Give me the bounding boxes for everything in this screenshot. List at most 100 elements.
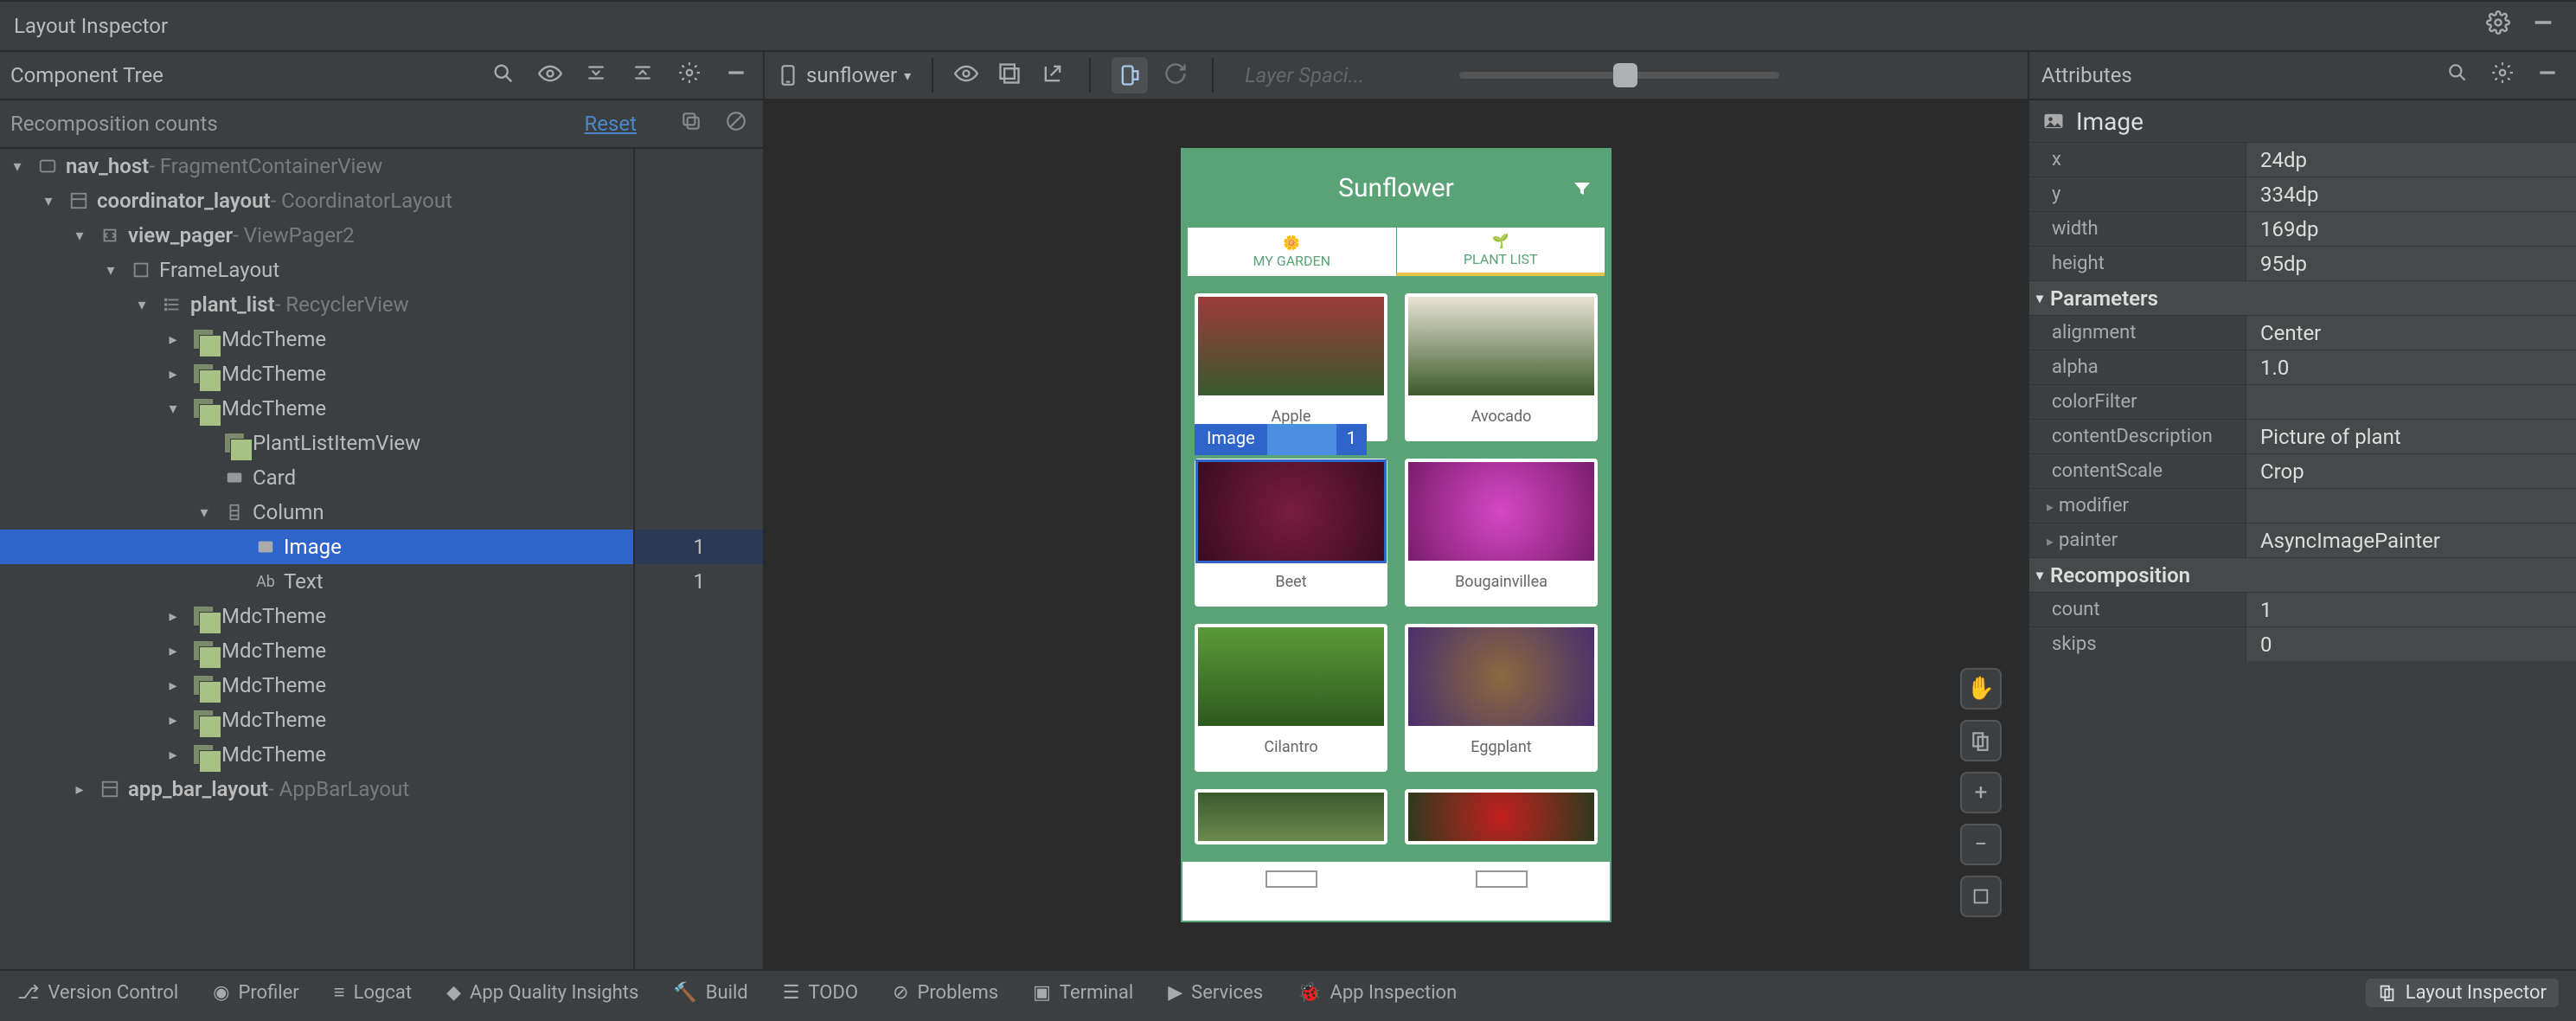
section-parameters[interactable]: ▾ Parameters [2029, 280, 2576, 315]
chevron-icon[interactable]: ▸ [164, 677, 182, 695]
bottom-tab[interactable]: ◆App Quality Insights [446, 981, 638, 1004]
bottom-tab[interactable]: ◉Profiler [213, 981, 299, 1004]
device-selector[interactable]: sunflower ▾ [777, 63, 911, 87]
bottom-tab[interactable]: ▣Terminal [1033, 981, 1133, 1004]
tree-node[interactable]: ▾view_pager - ViewPager2 [0, 218, 633, 253]
attr-value[interactable]: AsyncImagePainter [2246, 523, 2576, 557]
collapse-icon[interactable] [631, 61, 659, 89]
eye-icon[interactable] [538, 61, 566, 89]
chevron-icon[interactable]: ▾ [133, 296, 151, 314]
tree-node[interactable]: ▸MdcTheme [0, 633, 633, 668]
attr-value[interactable]: Center [2246, 316, 2576, 350]
chevron-icon[interactable]: ▾ [102, 261, 119, 279]
tree-node[interactable]: Image [0, 530, 633, 564]
attribute-row[interactable]: contentScaleCrop [2029, 453, 2576, 488]
attribute-row[interactable]: x24dp [2029, 142, 2576, 177]
tree-node[interactable]: ▾plant_list - RecyclerView [0, 287, 633, 322]
attr-value[interactable] [2246, 489, 2576, 523]
tree-node[interactable]: ▾Column [0, 495, 633, 530]
tab-plant-list[interactable]: 🌱 PLANT LIST [1396, 228, 1605, 276]
layer-spacing-slider[interactable] [1459, 72, 1779, 79]
attribute-row[interactable]: skips0 [2029, 626, 2576, 661]
attribute-row[interactable]: contentDescriptionPicture of plant [2029, 419, 2576, 453]
copy-icon[interactable] [680, 110, 708, 138]
attribute-row[interactable]: height95dp [2029, 246, 2576, 280]
bottom-tab[interactable]: ⎇Version Control [17, 981, 178, 1004]
gear-icon[interactable] [678, 61, 706, 89]
plant-card[interactable] [1405, 789, 1598, 844]
minimize-icon[interactable] [2531, 10, 2562, 42]
plant-card[interactable]: Eggplant [1405, 624, 1598, 772]
minimize-icon[interactable] [2536, 61, 2564, 89]
fit-button[interactable] [1960, 876, 2002, 917]
eye-icon[interactable] [954, 61, 982, 89]
plant-card[interactable]: Apple [1195, 293, 1387, 441]
tree-node[interactable]: ▸MdcTheme [0, 737, 633, 772]
section-recomposition[interactable]: ▾ Recomposition [2029, 557, 2576, 592]
expand-icon[interactable] [585, 61, 612, 89]
chevron-icon[interactable]: ▸ [164, 711, 182, 729]
bottom-tab[interactable]: ▶Services [1168, 981, 1263, 1004]
snapshot-button[interactable] [1112, 57, 1148, 93]
attribute-row[interactable]: ▸modifier [2029, 488, 2576, 523]
attribute-row[interactable]: y334dp [2029, 177, 2576, 211]
tree-node[interactable]: ▾FrameLayout [0, 253, 633, 287]
bottom-tab-active[interactable]: Layout Inspector [2366, 979, 2559, 1007]
chevron-icon[interactable]: ▾ [40, 192, 57, 210]
bottom-tab[interactable]: 🔨Build [673, 981, 747, 1004]
gear-icon[interactable] [2486, 10, 2517, 42]
gear-icon[interactable] [2491, 61, 2519, 89]
chevron-icon[interactable]: ▾ [71, 227, 88, 245]
tree-node[interactable]: ▸MdcTheme [0, 322, 633, 356]
tree-node[interactable]: PlantListItemView [0, 426, 633, 460]
attribute-row[interactable]: alignmentCenter [2029, 315, 2576, 350]
export-icon[interactable] [1041, 61, 1068, 89]
plant-card[interactable] [1195, 789, 1387, 844]
chevron-icon[interactable]: ▸ [164, 746, 182, 764]
search-icon[interactable] [2446, 61, 2474, 89]
attr-value[interactable]: 169dp [2246, 212, 2576, 246]
bottom-tab[interactable]: ≡Logcat [334, 981, 412, 1004]
minimize-icon[interactable] [725, 61, 753, 89]
tree-node[interactable]: AbText [0, 564, 633, 599]
tree-node[interactable]: Card [0, 460, 633, 495]
attr-value[interactable] [2246, 385, 2576, 419]
rotate-button[interactable] [1960, 720, 2002, 761]
refresh-icon[interactable] [1163, 61, 1191, 89]
attr-value[interactable]: 0 [2246, 627, 2576, 661]
zoom-in-button[interactable]: + [1960, 772, 2002, 813]
attr-value[interactable]: Crop [2246, 454, 2576, 488]
chevron-icon[interactable]: ▾ [9, 157, 26, 176]
attr-value[interactable]: 334dp [2246, 177, 2576, 211]
tree-node[interactable]: ▸MdcTheme [0, 356, 633, 391]
plant-card[interactable]: Avocado [1405, 293, 1598, 441]
attribute-row[interactable]: count1 [2029, 592, 2576, 626]
plant-card[interactable]: Bougainvillea [1405, 459, 1598, 607]
pan-button[interactable]: ✋ [1960, 668, 2002, 710]
tree-node[interactable]: ▸MdcTheme [0, 668, 633, 703]
reset-link[interactable]: Reset [585, 112, 637, 136]
tree-node[interactable]: ▾nav_host - FragmentContainerView [0, 149, 633, 183]
tab-my-garden[interactable]: 🌼 MY GARDEN [1188, 228, 1396, 276]
attribute-row[interactable]: width169dp [2029, 211, 2576, 246]
attr-value[interactable]: 95dp [2246, 247, 2576, 280]
plant-card[interactable]: Image1Beet [1195, 459, 1387, 607]
bottom-tab[interactable]: 🐞App Inspection [1298, 981, 1457, 1004]
tree-node[interactable]: ▸MdcTheme [0, 599, 633, 633]
zoom-out-button[interactable]: − [1960, 824, 2002, 865]
tree-node[interactable]: ▸MdcTheme [0, 703, 633, 737]
attr-value[interactable]: 1.0 [2246, 350, 2576, 384]
attribute-row[interactable]: colorFilter [2029, 384, 2576, 419]
chevron-icon[interactable]: ▸ [164, 331, 182, 349]
tree-node[interactable]: ▾coordinator_layout - CoordinatorLayout [0, 183, 633, 218]
chevron-icon[interactable]: ▸ [164, 607, 182, 626]
chevron-icon[interactable]: ▾ [164, 400, 182, 418]
chevron-icon[interactable]: ▸ [71, 780, 88, 799]
plant-card[interactable]: Cilantro [1195, 624, 1387, 772]
chevron-icon[interactable]: ▸ [164, 365, 182, 383]
chevron-right-icon[interactable]: ▸ [2047, 498, 2054, 515]
search-icon[interactable] [491, 61, 519, 89]
bottom-tab[interactable]: ⊘Problems [893, 981, 998, 1004]
tree-node[interactable]: ▾MdcTheme [0, 391, 633, 426]
tree-node[interactable]: ▸app_bar_layout - AppBarLayout [0, 772, 633, 806]
